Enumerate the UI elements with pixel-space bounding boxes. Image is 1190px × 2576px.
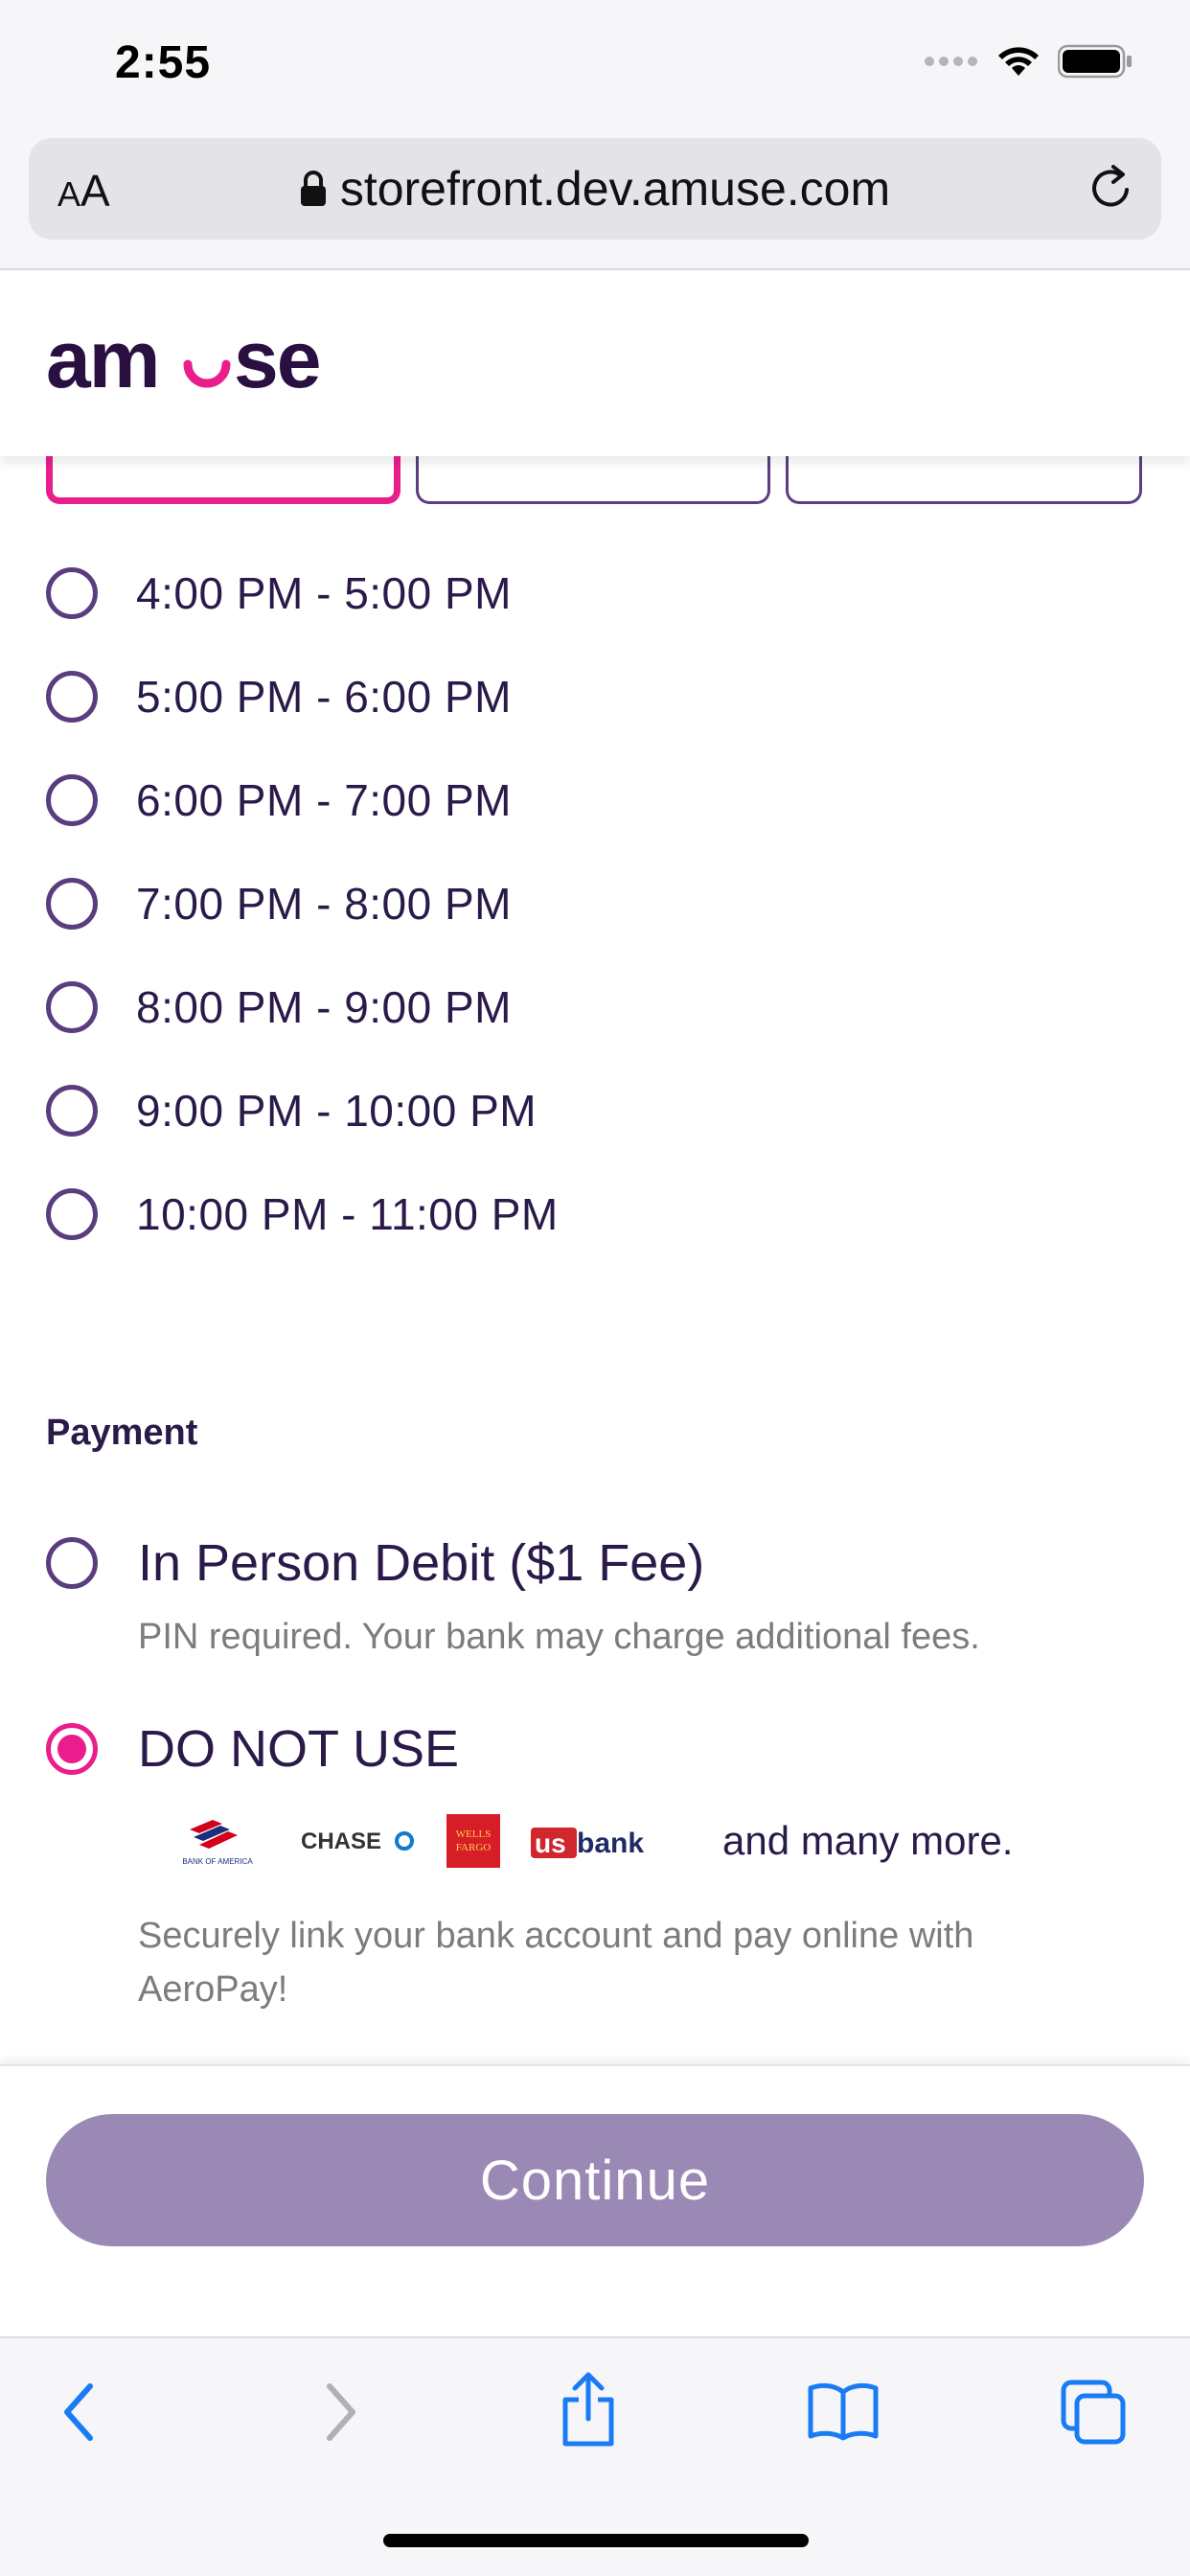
payment-description-line: AeroPay!: [138, 1969, 288, 2010]
bank-of-america-logo: BANK OF AMERICA: [165, 1812, 270, 1870]
back-icon[interactable]: [59, 2380, 98, 2444]
payment-description-line: Securely link your bank account and pay …: [138, 1916, 974, 1956]
time-slot-option[interactable]: 7:00 PM - 8:00 PM: [46, 870, 812, 937]
address-bar[interactable]: AA storefront.dev.amuse.com: [29, 138, 1161, 240]
battery-icon: [1058, 44, 1132, 79]
status-indicators: [925, 44, 1133, 79]
svg-text:FARGO: FARGO: [456, 1842, 492, 1853]
time-slot-label: 9:00 PM - 10:00 PM: [136, 1086, 538, 1136]
radio-button-selected[interactable]: [46, 1723, 98, 1775]
svg-text:se: se: [234, 324, 319, 401]
svg-text:am: am: [46, 324, 158, 401]
share-icon[interactable]: [560, 2371, 617, 2448]
svg-text:BANK OF AMERICA: BANK OF AMERICA: [182, 1857, 253, 1866]
radio-button[interactable]: [46, 1537, 98, 1589]
payment-option-aeropay[interactable]: DO NOT USE BANK OF AMERICA CHASE WELLS F…: [46, 1719, 1148, 2016]
payment-option-title: In Person Debit ($1 Fee): [138, 1534, 705, 1592]
radio-button[interactable]: [46, 1085, 98, 1137]
time-slot-option[interactable]: 10:00 PM - 11:00 PM: [46, 1181, 812, 1248]
svg-text:us: us: [535, 1828, 566, 1858]
radio-button[interactable]: [46, 774, 98, 826]
time-slot-label: 5:00 PM - 6:00 PM: [136, 672, 512, 722]
time-slot-label: 4:00 PM - 5:00 PM: [136, 568, 512, 618]
time-slot-option[interactable]: 9:00 PM - 10:00 PM: [46, 1077, 812, 1144]
radio-button[interactable]: [46, 671, 98, 723]
reload-icon[interactable]: [1085, 161, 1138, 215]
svg-text:bank: bank: [577, 1828, 644, 1859]
chase-logo: CHASE: [301, 1822, 416, 1860]
time-slot-option[interactable]: 4:00 PM - 5:00 PM: [46, 560, 812, 627]
radio-button[interactable]: [46, 878, 98, 930]
tabs-icon[interactable]: [1060, 2379, 1127, 2446]
lock-icon: [300, 171, 326, 206]
payment-option-description: PIN required. Your bank may charge addit…: [138, 1617, 980, 1657]
radio-button[interactable]: [46, 981, 98, 1033]
payment-option-description: Securely link your bank account and pay …: [138, 1909, 1148, 2016]
svg-text:CHASE: CHASE: [301, 1828, 381, 1854]
continue-button[interactable]: Continue: [46, 2114, 1144, 2246]
svg-text:WELLS: WELLS: [456, 1828, 492, 1840]
bank-logos: BANK OF AMERICA CHASE WELLS FARGO us ban…: [165, 1807, 1148, 1874]
time-slot-label: 6:00 PM - 7:00 PM: [136, 775, 512, 825]
forward-icon[interactable]: [322, 2380, 360, 2444]
radio-button[interactable]: [46, 567, 98, 619]
url-display[interactable]: storefront.dev.amuse.com: [29, 161, 1161, 217]
site-header: am se: [0, 272, 1190, 456]
time-slot-label: 10:00 PM - 11:00 PM: [136, 1189, 559, 1239]
radio-button[interactable]: [46, 1188, 98, 1240]
bookmarks-icon[interactable]: [807, 2379, 880, 2442]
checkout-footer: Continue: [0, 2064, 1190, 2336]
payment-heading: Payment: [46, 1413, 198, 1453]
time-slot-option[interactable]: 6:00 PM - 7:00 PM: [46, 767, 812, 834]
signal-icon: [925, 57, 977, 66]
time-slot-label: 7:00 PM - 8:00 PM: [136, 879, 512, 929]
usbank-logo: us bank: [531, 1820, 665, 1862]
time-slot-option[interactable]: 5:00 PM - 6:00 PM: [46, 663, 812, 730]
browser-top-chrome: 2:55 AA storefront.dev.amuse.com: [0, 0, 1190, 270]
time-slot-label: 8:00 PM - 9:00 PM: [136, 982, 512, 1032]
time-slot-option[interactable]: 8:00 PM - 9:00 PM: [46, 974, 812, 1041]
banks-more-text: and many more.: [722, 1818, 1014, 1863]
payment-option-title: DO NOT USE: [138, 1720, 460, 1778]
amuse-logo[interactable]: am se: [46, 324, 333, 401]
payment-option-in-person-debit[interactable]: In Person Debit ($1 Fee) PIN required. Y…: [46, 1533, 1148, 1664]
url-text: storefront.dev.amuse.com: [339, 162, 891, 216]
wells-fargo-logo: WELLS FARGO: [446, 1814, 500, 1868]
wifi-icon: [998, 47, 1039, 76]
home-indicator[interactable]: [383, 2534, 809, 2547]
status-time: 2:55: [115, 37, 212, 88]
